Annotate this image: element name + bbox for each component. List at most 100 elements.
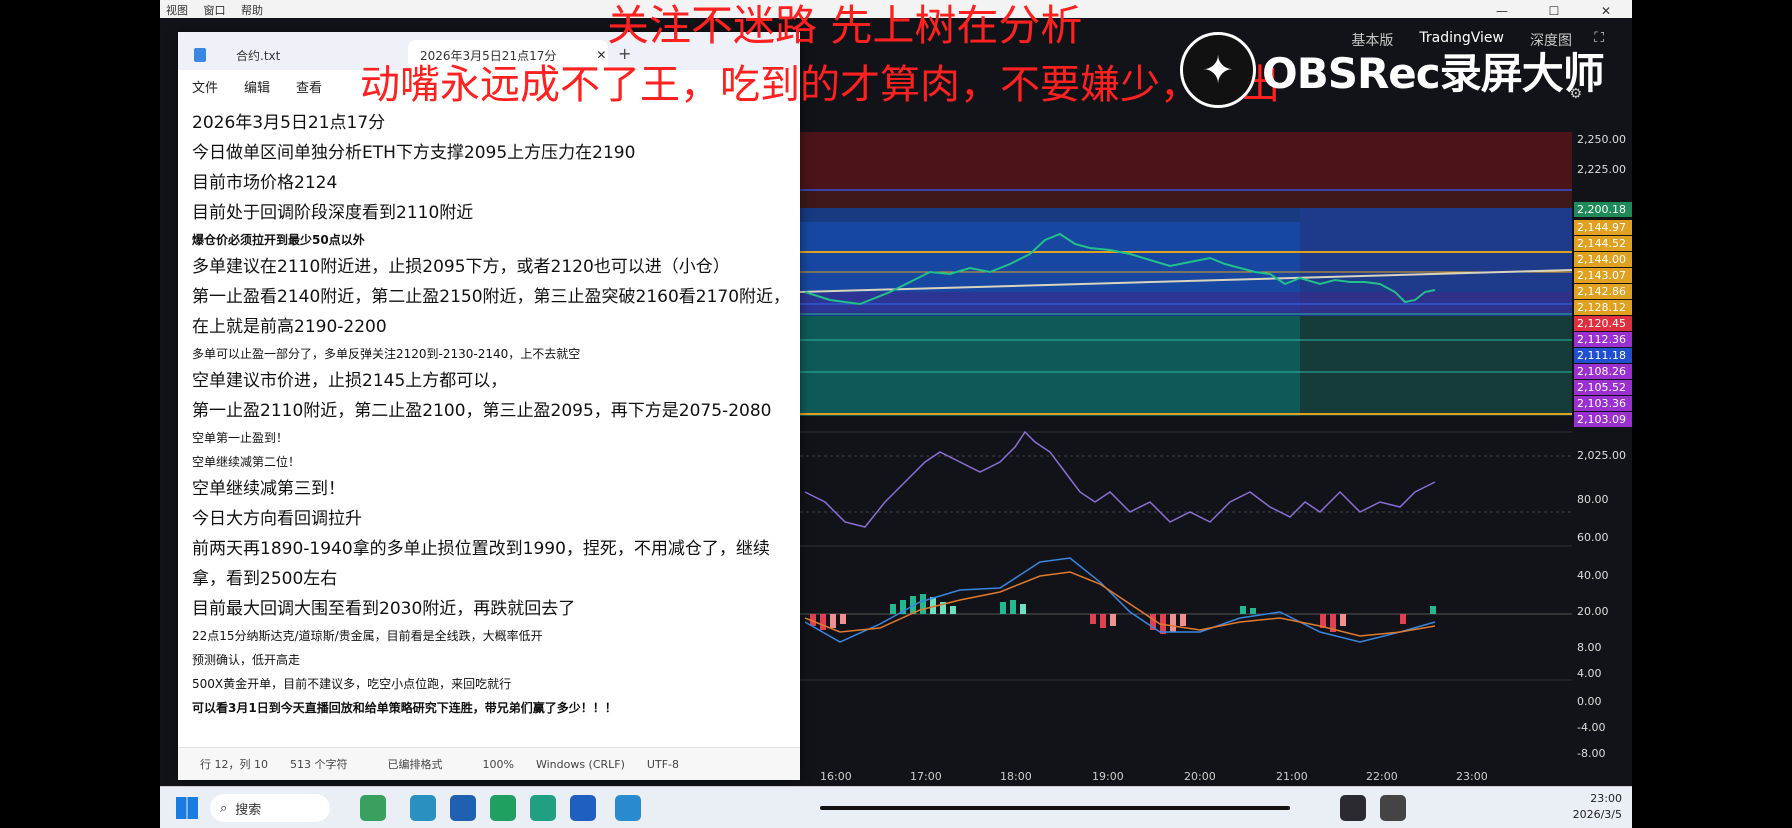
app-icon[interactable] [490, 795, 516, 821]
note-line: 22点15分纳斯达克/道琼斯/贵金属，目前看是全线跌，大概率低开 [192, 629, 543, 643]
price-tag: 2,108.26 [1574, 364, 1632, 379]
time-label: 22:00 [1366, 770, 1398, 783]
rsi-label: 20.00 [1577, 605, 1609, 618]
price-label: 2,250.00 [1577, 133, 1626, 146]
minimize-icon[interactable]: — [1476, 0, 1528, 18]
note-line: 目前市场价格2124 [192, 173, 338, 193]
rsi-label: 60.00 [1577, 531, 1609, 544]
macd-label: 8.00 [1577, 641, 1602, 654]
tab-label: 合约.txt [236, 48, 281, 63]
app-icon[interactable] [360, 795, 386, 821]
window-controls: — ☐ ✕ [1476, 0, 1632, 18]
menu-file[interactable]: 文件 [192, 77, 218, 96]
note-line: 预测确认，低开高走 [192, 653, 301, 667]
time-label: 20:00 [1184, 770, 1216, 783]
zoom-level: 100% [482, 757, 514, 771]
search-icon: ⌕ [220, 800, 228, 816]
macd-label: 0.00 [1577, 695, 1602, 708]
note-line: 多单建议在2110附近进，止损2095下方，或者2120也可以进（小仓） [192, 257, 730, 277]
taskbar-clock[interactable]: 23:00 2026/3/5 [1573, 791, 1622, 823]
price-tag: 2,200.18 [1574, 202, 1632, 217]
note-line: 空单第一止盈到！ [192, 431, 289, 445]
obs-logo-text: OBSRec录屏大师 [1262, 48, 1605, 98]
price-tag: 2,120.45 [1574, 316, 1632, 331]
note-line: 500X黄金开单，目前不建议多，吃空小点位跑，来回吃就行 [192, 677, 512, 691]
video-scrubber[interactable] [820, 806, 1290, 810]
price-tag: 2,142.86 [1574, 284, 1632, 299]
time-label: 18:00 [1000, 770, 1032, 783]
search-placeholder: 搜索 [235, 802, 262, 818]
time-label: 16:00 [820, 770, 852, 783]
screen: 视图 窗口 帮助 — ☐ ✕ 基本版 TradingView 深度图 ⛶ ⋮ ⚙ [160, 0, 1632, 828]
macd-label: -8.00 [1577, 747, 1606, 760]
overlay-title: 关注不迷路 先上树在分析 [607, 1, 1083, 50]
start-icon[interactable] [176, 797, 198, 819]
price-tag: 2,144.52 [1574, 236, 1632, 251]
menu-window[interactable]: 窗口 [198, 0, 232, 20]
encoding: UTF-8 [646, 757, 679, 771]
char-count: 513 个字符 [290, 758, 348, 771]
price-tag: 2,103.09 [1574, 412, 1632, 427]
notepad-window: 合约.txt 2026年3月5日21点17分 ✕ + 文件 编辑 查看 2026… [178, 32, 800, 780]
time-axis: 16:00 17:00 18:00 19:00 20:00 21:00 22:0… [800, 770, 1572, 786]
note-line: 空单继续减第三到！ [192, 479, 345, 499]
menu-help[interactable]: 帮助 [235, 0, 269, 20]
app-icon[interactable] [1380, 795, 1406, 821]
price-tag: 2,128.12 [1574, 300, 1632, 315]
notepad-icon [194, 48, 206, 62]
price-tag: 2,144.97 [1574, 220, 1632, 235]
format-status: 已编排格式 [387, 758, 443, 771]
note-line: 2026年3月5日21点17分 [192, 113, 386, 133]
app-icon[interactable] [410, 795, 436, 821]
app-icon[interactable] [530, 795, 556, 821]
note-line: 目前最大回调大围至看到2030附近，再跌就回去了 [192, 599, 576, 619]
app-icon[interactable] [615, 795, 641, 821]
price-tag: 2,103.36 [1574, 396, 1632, 411]
price-tag: 2,105.52 [1574, 380, 1632, 395]
notepad-text-area[interactable]: 2026年3月5日21点17分今日做单区间单独分析ETH下方支撑2095上方压力… [178, 102, 800, 726]
price-tag: 2,143.07 [1574, 268, 1632, 283]
note-line: 目前处于回调阶段深度看到2110附近 [192, 203, 474, 223]
price-label: 2,225.00 [1577, 163, 1626, 176]
price-axis: 2,250.00 2,225.00 2,200.18 2,144.97 2,14… [1572, 132, 1632, 788]
line-ending: Windows (CRLF) [535, 757, 625, 771]
note-line: 在上就是前高2190-2200 [192, 317, 387, 337]
note-line: 第一止盈看2140附近，第二止盈2150附近，第三止盈突破2160看2170附近… [192, 287, 791, 307]
macd-label: -4.00 [1577, 721, 1606, 734]
close-icon[interactable]: ✕ [1580, 0, 1632, 18]
rsi-label: 80.00 [1577, 493, 1609, 506]
note-line: 爆仓价必须拉开到最少50点以外 [192, 233, 365, 247]
obs-logo-icon: ✦ [1180, 32, 1256, 108]
clock-time: 23:00 [1590, 792, 1622, 805]
rsi-label: 40.00 [1577, 569, 1609, 582]
app-icon[interactable] [1340, 795, 1366, 821]
obs-watermark: ✦ OBSRec录屏大师 [1180, 32, 1605, 108]
note-line: 今日大方向看回调拉升 [192, 509, 362, 529]
note-line: 可以看3月1日到今天直播回放和给单策略研究下连胜，带兄弟们赢了多少！！！ [192, 701, 617, 715]
cursor-position: 行 12，列 10 [200, 758, 268, 771]
maximize-icon[interactable]: ☐ [1528, 0, 1580, 18]
price-tag: 2,144.00 [1574, 252, 1632, 267]
price-chart[interactable] [800, 132, 1572, 788]
app-icon[interactable] [450, 795, 476, 821]
price-label: 2,025.00 [1577, 449, 1626, 462]
note-line: 今日做单区间单独分析ETH下方支撑2095上方压力在2190 [192, 143, 636, 163]
menu-edit[interactable]: 编辑 [244, 77, 270, 96]
note-line: 空单建议市价进，止损2145上方都可以， [192, 371, 508, 391]
overlay-slogan: 动嘴永远成不了王，吃到的才算肉，不要嫌少，卖出 [360, 62, 1280, 108]
menu-view[interactable]: 视图 [160, 0, 194, 20]
time-label: 19:00 [1092, 770, 1124, 783]
tab-contract-file[interactable]: 合约.txt [178, 40, 378, 70]
taskbar-search[interactable]: ⌕ 搜索 [210, 794, 330, 822]
menu-view[interactable]: 查看 [296, 77, 322, 96]
note-line: 第一止盈2110附近，第二止盈2100，第三止盈2095，再下方是2075-20… [192, 401, 772, 421]
macd-label: 4.00 [1577, 667, 1602, 680]
note-line: 空单继续减第二位！ [192, 455, 301, 469]
app-icon[interactable] [570, 795, 596, 821]
clock-date: 2026/3/5 [1572, 808, 1622, 821]
price-tag: 2,112.36 [1574, 332, 1632, 347]
notepad-statusbar: 行 12，列 10 513 个字符 已编排格式 100% Windows (CR… [178, 747, 800, 780]
time-label: 23:00 [1456, 770, 1488, 783]
note-line: 前两天再1890-1940拿的多单止损位置改到1990，捏死，不用减仓了，继续 [192, 539, 770, 559]
time-label: 17:00 [910, 770, 942, 783]
